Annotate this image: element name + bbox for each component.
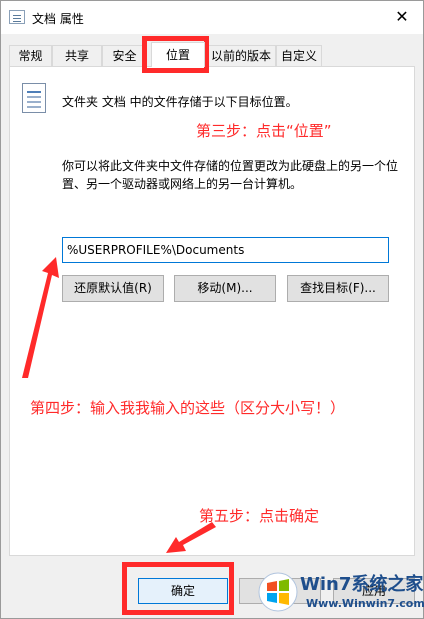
watermark-brand: Win7系统之家: [300, 574, 424, 595]
annotation-arrows: [22, 257, 216, 553]
watermark: Win7系统之家 Www.Winwin7.com: [258, 566, 424, 618]
windows-logo-icon: [258, 572, 298, 612]
arrow-to-ok-button: [166, 522, 216, 553]
tab-location[interactable]: 位置: [151, 42, 205, 67]
watermark-url: Www.Winwin7.com: [306, 597, 424, 610]
arrow-to-path-input: [22, 257, 59, 378]
